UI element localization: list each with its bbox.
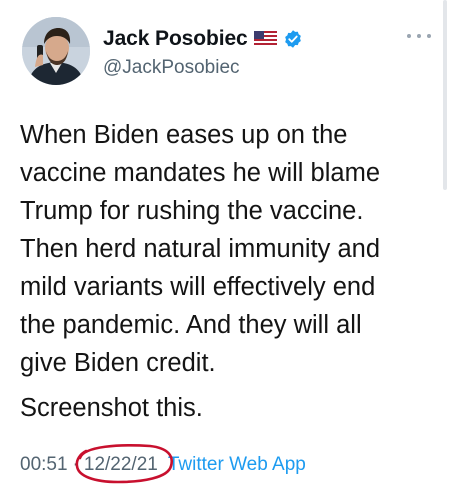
tweet-line: vaccine mandates he will blame — [20, 159, 381, 187]
tweet-line: give Biden credit. — [20, 349, 216, 377]
dot — [427, 34, 431, 38]
tweet-card: Jack Posobiec @JackPosobiec When Biden e… — [0, 0, 451, 500]
more-options-icon[interactable] — [407, 28, 431, 44]
us-flag-icon — [253, 31, 277, 47]
tweet-time[interactable]: 00:51 — [20, 454, 68, 476]
tweet-date[interactable]: 12/22/21 — [84, 454, 158, 475]
author-handle[interactable]: @JackPosobiec — [103, 57, 240, 79]
tweet-text: When Biden eases up on the vaccine manda… — [20, 116, 430, 427]
meta-separator: · — [72, 454, 79, 475]
tweet-line: When Biden eases up on the — [20, 121, 348, 149]
tweet-closing-line: Screenshot this. — [20, 394, 203, 422]
scrollbar[interactable] — [443, 0, 447, 190]
dot — [417, 34, 421, 38]
avatar[interactable] — [22, 17, 90, 85]
dot — [407, 34, 411, 38]
tweet-line: Then herd natural immunity and — [20, 235, 381, 263]
tweet-date-wrapper: 12/22/21 — [75, 444, 173, 484]
display-name[interactable]: Jack Posobiec — [103, 27, 248, 51]
tweet-source-link[interactable]: Twitter Web App — [168, 454, 306, 476]
tweet-line: mild variants will effectively end — [20, 273, 376, 301]
author-name-row: Jack Posobiec — [103, 26, 303, 52]
tweet-line: Trump for rushing the vaccine. — [20, 197, 364, 225]
tweet-line: the pandemic. And they will all — [20, 311, 362, 339]
profile-photo-icon — [22, 17, 90, 85]
tweet-meta: 00:51 · 12/22/21 Twitter Web App — [20, 444, 306, 484]
verified-badge-icon — [284, 30, 301, 48]
